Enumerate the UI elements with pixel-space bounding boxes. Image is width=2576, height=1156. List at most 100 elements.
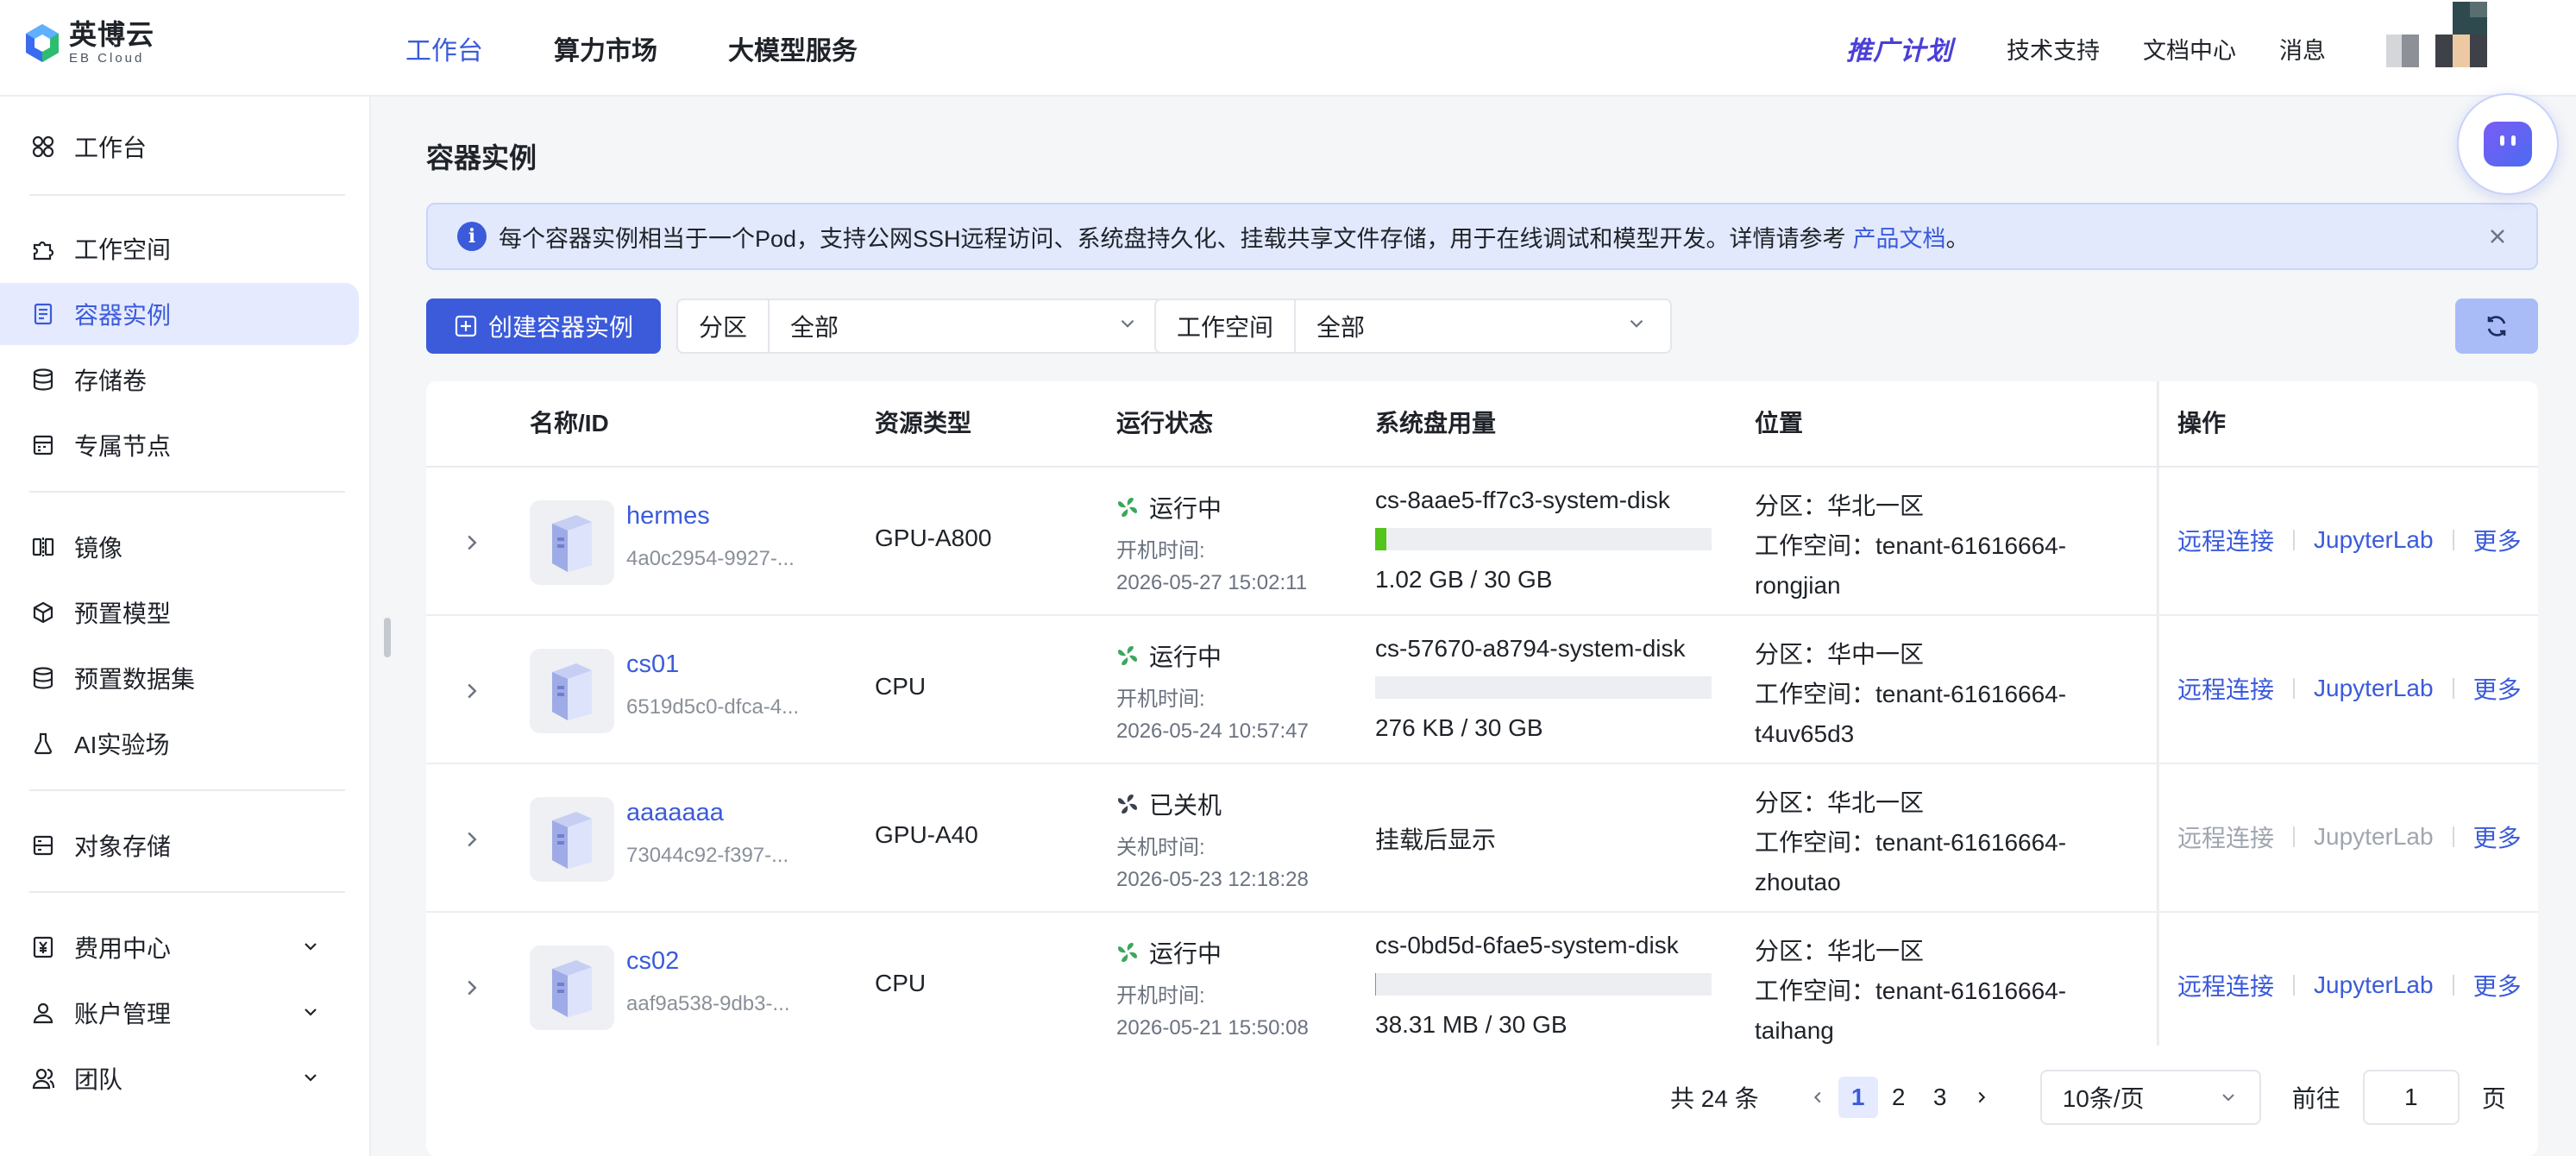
- puzzle-icon: [29, 235, 57, 262]
- page-unit-label: 页: [2481, 1085, 2506, 1112]
- nav-llm-service[interactable]: 大模型服务: [728, 29, 858, 67]
- chevron-down-icon: [1625, 312, 1648, 341]
- sidebar-item-label: 团队: [74, 1066, 123, 1093]
- main-nav: 工作台 算力市场 大模型服务: [405, 0, 858, 97]
- sidebar-item-preset-model[interactable]: 预置模型: [0, 581, 359, 644]
- sidebar-item-preset-dataset[interactable]: 预置数据集: [0, 647, 359, 709]
- status-badge: 运行中: [1116, 935, 1222, 970]
- sidebar-item-workbench[interactable]: 工作台: [0, 116, 359, 178]
- chevron-right-icon[interactable]: [459, 678, 485, 704]
- instance-id: 73044c92-f397-...: [626, 844, 789, 867]
- sidebar-item-billing[interactable]: 费用中心: [0, 916, 359, 978]
- workspace-text-cont: t4uv65d3: [1755, 720, 1855, 747]
- instance-name-link[interactable]: cs02: [626, 947, 679, 976]
- info-notice: i 每个容器实例相当于一个Pod，支持公网SSH远程访问、系统盘持久化、挂载共享…: [426, 203, 2538, 270]
- nav-docs[interactable]: 文档中心: [2143, 32, 2236, 66]
- instance-icon: [530, 797, 614, 882]
- instance-name-link[interactable]: hermes: [626, 502, 710, 531]
- jupyterlab-link[interactable]: JupyterLab: [2314, 675, 2434, 702]
- disk-size: 38.31 MB / 30 GB: [1375, 1011, 1568, 1038]
- time-label: 开机时间:: [1116, 539, 1205, 562]
- prev-page-button[interactable]: [1797, 1077, 1838, 1118]
- sidebar-item-ai-lab[interactable]: AI实验场: [0, 713, 359, 775]
- promo-link[interactable]: 推广计划: [1846, 29, 1953, 67]
- chevron-right-icon[interactable]: [459, 530, 485, 556]
- avatar[interactable]: [2369, 0, 2576, 97]
- resource-type: CPU: [875, 970, 927, 996]
- sidebar-item-workspace[interactable]: 工作空间: [0, 217, 359, 280]
- remote-connect-link[interactable]: 远程连接: [2177, 523, 2274, 557]
- chevron-right-icon[interactable]: [459, 826, 485, 852]
- zone-text: 分区：华北一区: [1755, 493, 1925, 519]
- product-docs-link[interactable]: 产品文档: [1853, 220, 1946, 254]
- container-icon: [29, 300, 57, 328]
- nav-compute-market[interactable]: 算力市场: [554, 29, 657, 67]
- status-badge: 运行中: [1116, 638, 1222, 673]
- nav-tech-support[interactable]: 技术支持: [2007, 32, 2100, 66]
- brand-logo[interactable]: 英博云 EB Cloud: [24, 21, 154, 65]
- create-instance-button[interactable]: 创建容器实例: [426, 298, 661, 354]
- ai-assistant-button[interactable]: [2457, 93, 2559, 195]
- location: 分区：华北一区 工作空间：tenant-61616664- zhoutao: [1755, 783, 2066, 902]
- action-separator: [2293, 975, 2296, 996]
- remote-connect-link[interactable]: 远程连接: [2177, 671, 2274, 706]
- action-separator: [2452, 678, 2454, 699]
- more-link[interactable]: 更多: [2473, 968, 2522, 1002]
- resource-type: GPU-A40: [875, 821, 978, 848]
- page-button-2[interactable]: 2: [1878, 1077, 1919, 1118]
- page-button-1[interactable]: 1: [1838, 1077, 1878, 1118]
- nav-workbench[interactable]: 工作台: [405, 29, 483, 67]
- sidebar-item-image[interactable]: 镜像: [0, 516, 359, 578]
- dashboard-icon: [29, 133, 57, 160]
- sidebar-item-object-storage[interactable]: 对象存储: [0, 814, 359, 876]
- remote-connect-link[interactable]: 远程连接: [2177, 968, 2274, 1002]
- more-link[interactable]: 更多: [2473, 523, 2522, 557]
- close-icon[interactable]: [2485, 223, 2510, 249]
- page-button-3[interactable]: 3: [1919, 1077, 1961, 1118]
- instance-name-link[interactable]: aaaaaaa: [626, 799, 724, 827]
- time-label: 开机时间:: [1116, 688, 1205, 711]
- chevron-right-icon[interactable]: [459, 975, 485, 1001]
- location: 分区：华北一区 工作空间：tenant-61616664- rongjian: [1755, 487, 2066, 606]
- action-separator: [2293, 530, 2296, 550]
- table-row: hermes 4a0c2954-9927-... GPU-A800 运行中 开机…: [426, 468, 2538, 616]
- sidebar-item-dedicated-node[interactable]: 专属节点: [0, 414, 359, 476]
- row-actions: 远程连接 JupyterLab 更多: [2177, 820, 2522, 854]
- goto-page-input[interactable]: [2362, 1070, 2460, 1125]
- column-header-status: 运行状态: [1116, 410, 1214, 437]
- sidebar-item-container-instance[interactable]: 容器实例: [0, 283, 359, 345]
- resource-type: GPU-A800: [875, 525, 992, 551]
- jupyterlab-link[interactable]: JupyterLab: [2314, 526, 2434, 554]
- next-page-button[interactable]: [1961, 1077, 2002, 1118]
- column-header-disk: 系统盘用量: [1375, 410, 1497, 437]
- zone-filter-value: 全部: [790, 314, 839, 341]
- sidebar-item-team[interactable]: 团队: [0, 1047, 359, 1109]
- promo-label: 推广计划: [1846, 37, 1953, 66]
- zone-text: 分区：华北一区: [1755, 789, 1925, 816]
- more-link[interactable]: 更多: [2473, 671, 2522, 706]
- sidebar-divider: [29, 789, 345, 791]
- sidebar-item-storage-volume[interactable]: 存储卷: [0, 349, 359, 411]
- logo-icon: [24, 22, 60, 64]
- nav-messages[interactable]: 消息: [2279, 32, 2326, 66]
- sidebar-item-label: AI实验场: [74, 732, 170, 758]
- page-size-select[interactable]: 10条/页: [2039, 1070, 2261, 1125]
- disk-usage-bar: [1375, 528, 1712, 550]
- jupyterlab-link[interactable]: JupyterLab: [2314, 971, 2434, 999]
- sidebar-divider: [29, 491, 345, 493]
- action-separator: [2293, 826, 2296, 847]
- database-icon: [29, 366, 57, 393]
- fan-running-icon: [1118, 943, 1137, 962]
- fan-stopped-icon: [1118, 795, 1137, 814]
- sidebar-collapse-handle[interactable]: [384, 618, 391, 657]
- location: 分区：华北一区 工作空间：tenant-61616664- taihang: [1755, 932, 2066, 1051]
- more-link[interactable]: 更多: [2473, 820, 2522, 854]
- sidebar-item-account[interactable]: 账户管理: [0, 982, 359, 1044]
- instance-table: 名称/ID 资源类型 运行状态 系统盘用量 位置 操作 hermes 4a0c2…: [426, 381, 2538, 1156]
- zone-filter-select[interactable]: 分区 全部: [676, 298, 1163, 354]
- refresh-button[interactable]: [2455, 298, 2538, 354]
- instance-name-link[interactable]: cs01: [626, 650, 679, 679]
- time-label: 关机时间:: [1116, 836, 1205, 859]
- time-value: 2026-05-24 10:57:47: [1116, 719, 1309, 743]
- workspace-filter-select[interactable]: 工作空间 全部: [1154, 298, 1672, 354]
